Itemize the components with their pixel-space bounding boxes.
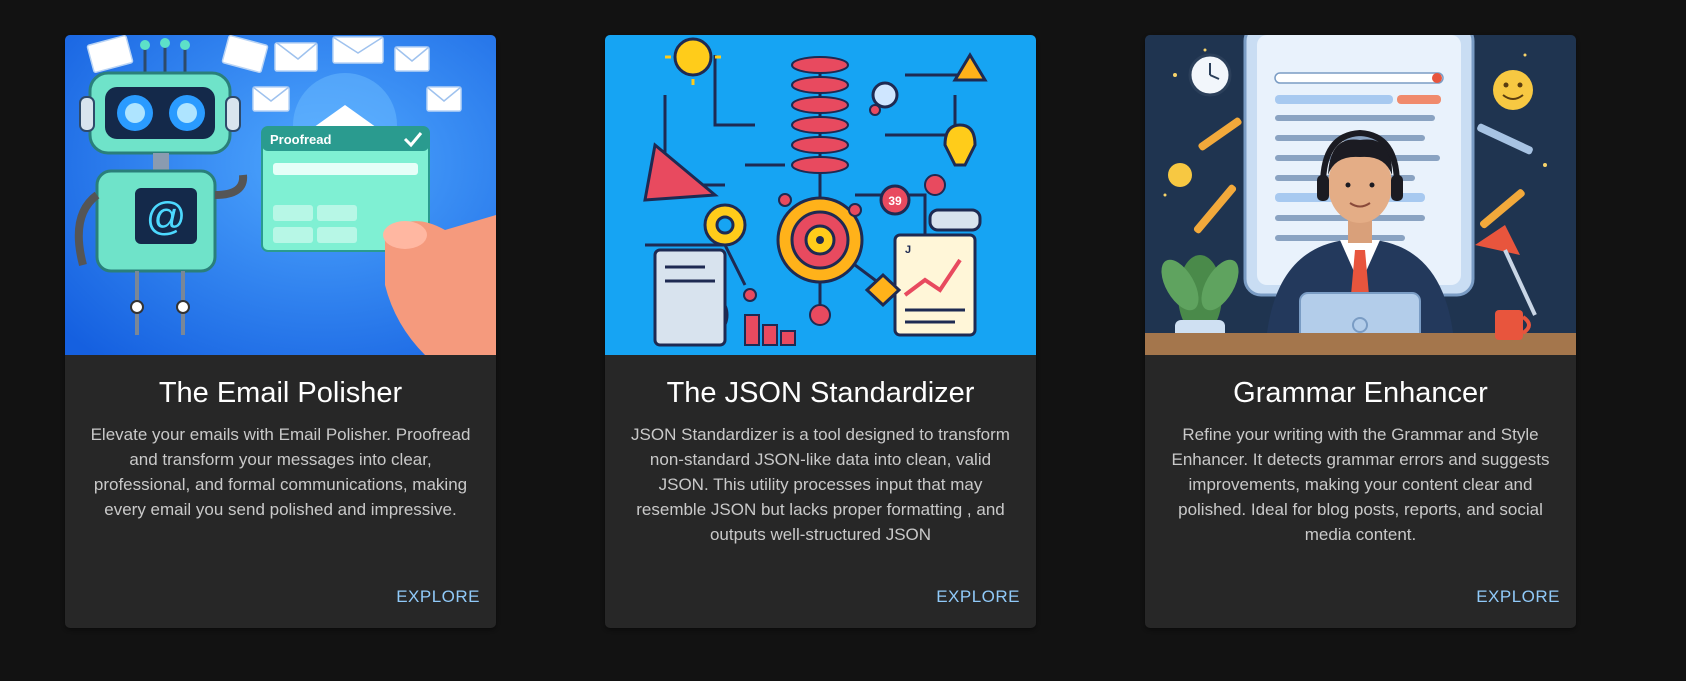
- grammar-enhancer-card[interactable]: Grammar Enhancer Refine your writing wit…: [1145, 35, 1576, 628]
- json-standardizer-image: J 39: [605, 35, 1036, 355]
- proofread-label: Proofread: [270, 132, 331, 147]
- tool-card-grid: @ Proofread The Email Polisher Elevate y…: [65, 35, 1576, 628]
- card-title: Grammar Enhancer: [1233, 377, 1488, 409]
- card-title: The JSON Standardizer: [666, 377, 975, 409]
- robot-email-illustration: @ Proofread: [65, 35, 496, 355]
- grammar-enhancer-image: [1145, 35, 1576, 355]
- card-description: JSON Standardizer is a tool designed to …: [631, 425, 1010, 544]
- card-title: The Email Polisher: [158, 377, 403, 409]
- email-polisher-image: @ Proofread: [65, 35, 496, 355]
- explore-button[interactable]: EXPLORE: [1476, 583, 1560, 611]
- svg-text:J: J: [905, 244, 911, 256]
- card-description: Elevate your emails with Email Polisher.…: [90, 425, 471, 519]
- card-description: Refine your writing with the Grammar and…: [1171, 425, 1550, 544]
- svg-text:@: @: [146, 195, 187, 239]
- explore-button[interactable]: EXPLORE: [396, 583, 480, 611]
- explore-button[interactable]: EXPLORE: [936, 583, 1020, 611]
- json-data-illustration: J 39: [605, 35, 1036, 355]
- svg-text:39: 39: [888, 194, 902, 208]
- writer-at-desk-illustration: [1145, 35, 1576, 355]
- json-standardizer-card[interactable]: J 39 The JSON Standardizer JSON Standard…: [605, 35, 1036, 628]
- email-polisher-card[interactable]: @ Proofread The Email Polisher Elevate y…: [65, 35, 496, 628]
